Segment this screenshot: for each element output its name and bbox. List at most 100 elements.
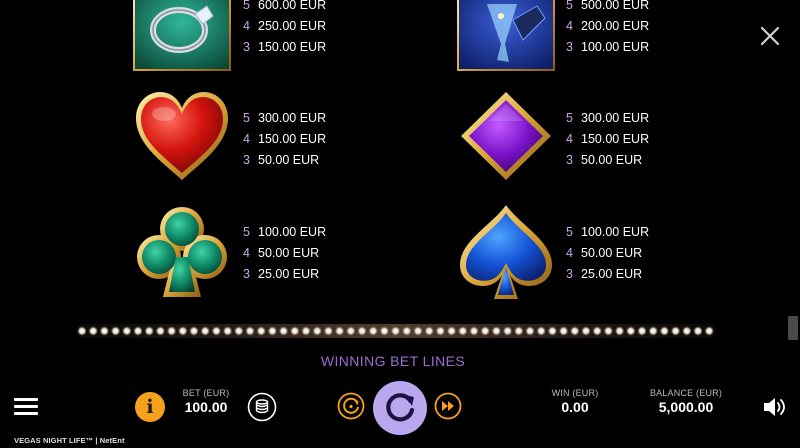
symbol-count: 4 (566, 245, 573, 260)
light-bulb (222, 326, 233, 336)
light-bulb (491, 326, 502, 336)
marquee-lights-divider (76, 324, 716, 338)
payout-row: 4 200.00 EUR (566, 15, 649, 36)
light-bulb (513, 326, 524, 336)
paytable-scrollbar[interactable] (788, 316, 798, 340)
payout-row: 3 50.00 EUR (243, 149, 326, 170)
light-bulb (480, 326, 491, 336)
payout-amount: 300.00 EUR (258, 110, 327, 125)
light-bulb (121, 326, 132, 336)
light-bulb (469, 326, 479, 336)
info-icon[interactable]: i (135, 392, 165, 422)
light-bulb (558, 326, 569, 336)
light-bulb (245, 326, 255, 336)
sound-icon[interactable] (762, 396, 786, 418)
light-bulb (457, 326, 468, 336)
light-bulb (166, 326, 177, 336)
symbol-count: 5 (243, 224, 250, 239)
spin-icon[interactable] (372, 380, 428, 436)
close-icon[interactable] (758, 24, 782, 48)
light-bulb (648, 326, 659, 336)
payout-amount: 500.00 EUR (581, 0, 650, 12)
payout-amount: 50.00 EUR (258, 152, 320, 167)
payout-amount: 250.00 EUR (258, 18, 327, 33)
symbol-count: 5 (566, 0, 573, 12)
light-bulb (424, 326, 435, 336)
payout-row: 4 50.00 EUR (243, 242, 326, 263)
balance-label: BALANCE (EUR) (649, 388, 723, 398)
light-bulb (312, 326, 323, 336)
payout-row: 5 300.00 EUR (566, 107, 649, 128)
light-bulb (625, 326, 636, 336)
light-bulb (189, 326, 199, 336)
champagne-symbol (457, 0, 555, 71)
symbol-count: 4 (243, 245, 250, 260)
light-bulb (211, 326, 222, 336)
light-bulb (446, 326, 457, 336)
payout-amount: 100.00 EUR (581, 39, 650, 54)
win-label: WIN (EUR) (551, 388, 599, 398)
heart-payouts: 5 300.00 EUR 4 150.00 EUR 3 50.00 EUR (243, 107, 326, 170)
payout-amount: 50.00 EUR (581, 152, 643, 167)
bet-label: BET (EUR) (182, 388, 230, 398)
game-brand-footer: VEGAS NIGHT LIFE™ | NetEnt (14, 436, 125, 445)
light-bulb (301, 326, 311, 336)
payout-row: 3 50.00 EUR (566, 149, 649, 170)
light-bulb (200, 326, 211, 336)
light-bulb (592, 326, 603, 336)
light-bulb (547, 326, 558, 336)
symbol-count: 3 (243, 266, 250, 281)
payout-row: 5 500.00 EUR (566, 0, 649, 15)
diamond-symbol (461, 92, 551, 180)
menu-icon[interactable] (14, 398, 38, 418)
light-bulb (368, 326, 379, 336)
light-bulb (256, 326, 267, 336)
symbol-count: 4 (566, 18, 573, 33)
light-bulb (525, 326, 535, 336)
symbol-count: 3 (566, 152, 573, 167)
heart-symbol (136, 92, 228, 180)
light-bulb (614, 326, 625, 336)
spade-symbol (460, 205, 552, 299)
light-bulb (637, 326, 647, 336)
light-bulb (536, 326, 547, 336)
light-bulb (659, 326, 670, 336)
autoplay-icon[interactable] (337, 392, 365, 420)
fast-forward-icon[interactable] (434, 392, 462, 420)
symbol-count: 3 (566, 39, 573, 54)
paytable-panel: 5 600.00 EUR 4 250.00 EUR 3 150.00 EUR 5 500… (0, 0, 800, 380)
payout-row: 4 150.00 EUR (566, 128, 649, 149)
symbol-count: 4 (243, 131, 250, 146)
payout-amount: 600.00 EUR (258, 0, 327, 12)
payout-amount: 200.00 EUR (581, 18, 650, 33)
symbol-count: 5 (566, 224, 573, 239)
light-bulb (233, 326, 244, 336)
light-bulb (435, 326, 446, 336)
light-bulb (110, 326, 121, 336)
payout-row: 5 100.00 EUR (243, 221, 326, 242)
light-bulb (603, 326, 614, 336)
payout-row: 5 100.00 EUR (566, 221, 649, 242)
payout-row: 3 25.00 EUR (566, 263, 649, 284)
symbol-count: 4 (566, 131, 573, 146)
light-bulb (569, 326, 580, 336)
payout-amount: 100.00 EUR (258, 224, 327, 239)
payout-row: 4 150.00 EUR (243, 128, 326, 149)
diamond-payouts: 5 300.00 EUR 4 150.00 EUR 3 50.00 EUR (566, 107, 649, 170)
payout-amount: 25.00 EUR (258, 266, 320, 281)
light-bulb (77, 326, 87, 336)
light-bulb (379, 326, 390, 336)
light-bulb (413, 326, 423, 336)
payout-amount: 150.00 EUR (258, 39, 327, 54)
symbol-count: 3 (243, 152, 250, 167)
balance-value: 5,000.00 (658, 399, 714, 415)
coin-stack-icon[interactable] (247, 392, 277, 422)
payout-row: 3 25.00 EUR (243, 263, 326, 284)
light-bulb (155, 326, 166, 336)
payout-amount: 300.00 EUR (581, 110, 650, 125)
winning-bet-lines-title: WINNING BET LINES (320, 353, 466, 369)
light-bulb (289, 326, 300, 336)
light-bulb (581, 326, 591, 336)
payout-amount: 150.00 EUR (258, 131, 327, 146)
light-bulb (681, 326, 692, 336)
